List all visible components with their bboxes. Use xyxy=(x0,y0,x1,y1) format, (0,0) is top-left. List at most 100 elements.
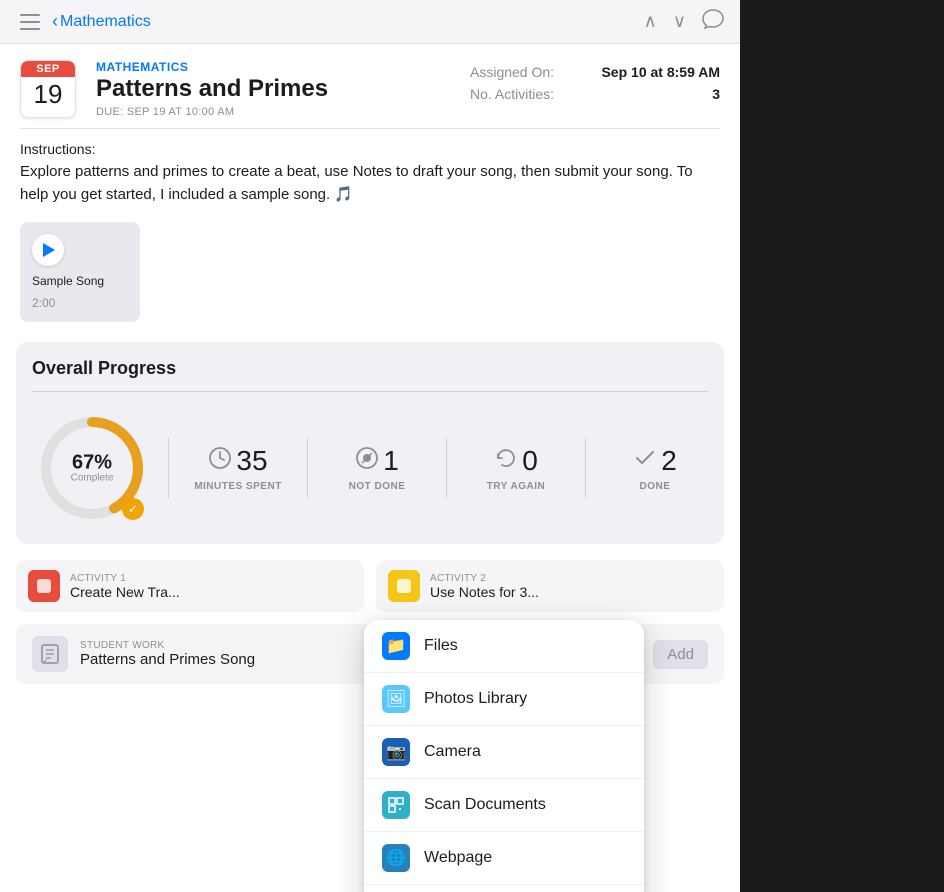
progress-stats: 67% Complete ✓ 35 xyxy=(32,408,708,528)
add-button[interactable]: Add xyxy=(653,640,708,669)
activity-icon-1 xyxy=(28,570,60,602)
minutes-stat-top: 35 xyxy=(208,445,267,477)
activity-2-label: ACTIVITY 2 xyxy=(430,573,539,584)
student-work-icon xyxy=(32,636,68,672)
camera-icon: 📷 xyxy=(382,738,410,766)
activity-card-2[interactable]: ACTIVITY 2 Use Notes for 3... xyxy=(376,560,724,612)
menu-item-scan[interactable]: Scan Documents xyxy=(364,779,644,832)
minutes-label: MINUTES SPENT xyxy=(194,481,282,492)
done-stat-top: 2 xyxy=(633,445,677,477)
song-thumbnail[interactable]: Sample Song 2:00 xyxy=(20,222,140,322)
progress-divider xyxy=(32,391,708,392)
play-button[interactable] xyxy=(32,234,64,266)
assignment-due: DUE: SEP 19 AT 10:00 AM xyxy=(96,106,450,118)
stat-divider-4 xyxy=(585,438,586,498)
menu-item-photos[interactable]: 🖼 Photos Library xyxy=(364,673,644,726)
not-done-stat-top: 1 xyxy=(355,445,399,477)
activity-2-info: ACTIVITY 2 Use Notes for 3... xyxy=(430,573,539,600)
menu-item-bookmarks[interactable]: 📖 Bookmarks xyxy=(364,885,644,892)
assignment-subject: MATHEMATICS xyxy=(96,60,450,74)
activity-icon-2 xyxy=(388,570,420,602)
calendar-badge: SEP 19 xyxy=(20,60,76,118)
student-work-info: STUDENT WORK Patterns and Primes Song xyxy=(80,640,255,668)
done-value: 2 xyxy=(661,445,677,477)
not-done-label: NOT DONE xyxy=(349,481,406,492)
song-name: Sample Song xyxy=(32,274,104,288)
down-arrow-button[interactable]: ∨ xyxy=(673,11,686,32)
files-label: Files xyxy=(424,637,458,655)
back-label: Mathematics xyxy=(60,13,151,31)
activities-row: ACTIVITY 1 Create New Tra... ACTIVITY 2 … xyxy=(16,560,724,612)
assigned-on-value: Sep 10 at 8:59 AM xyxy=(601,64,720,80)
comment-button[interactable] xyxy=(702,9,724,34)
not-done-icon xyxy=(355,446,379,476)
assignment-title: Patterns and Primes xyxy=(96,76,450,102)
stat-divider-2 xyxy=(307,438,308,498)
dark-panel xyxy=(740,0,944,892)
student-work-label: STUDENT WORK xyxy=(80,640,255,651)
donut-chart: 67% Complete ✓ xyxy=(32,408,152,528)
files-icon: 📁 xyxy=(382,632,410,660)
back-button[interactable]: ‹ Mathematics xyxy=(52,11,151,32)
menu-item-camera[interactable]: 📷 Camera xyxy=(364,726,644,779)
clock-icon xyxy=(208,446,232,476)
try-again-stat-top: 0 xyxy=(494,445,538,477)
calendar-day: 19 xyxy=(21,77,75,114)
donut-complete-label: Complete xyxy=(71,473,114,484)
stat-divider-1 xyxy=(168,438,169,498)
back-chevron-icon: ‹ xyxy=(52,11,58,32)
sidebar-toggle-button[interactable] xyxy=(16,8,44,36)
stat-divider-3 xyxy=(446,438,447,498)
no-activities-label: No. Activities: xyxy=(470,86,554,102)
scan-icon xyxy=(382,791,410,819)
song-duration: 2:00 xyxy=(32,296,55,310)
activity-card-1[interactable]: ACTIVITY 1 Create New Tra... xyxy=(16,560,364,612)
not-done-stat: 1 NOT DONE xyxy=(324,445,430,492)
nav-right: ∧ ∨ xyxy=(644,9,724,34)
webpage-icon: 🌐 xyxy=(382,844,410,872)
menu-item-webpage[interactable]: 🌐 Webpage xyxy=(364,832,644,885)
activity-1-name: Create New Tra... xyxy=(70,584,180,600)
donut-percent: 67% xyxy=(71,453,114,473)
assignment-meta: Assigned On: Sep 10 at 8:59 AM No. Activ… xyxy=(470,60,720,118)
calendar-month: SEP xyxy=(21,61,75,77)
main-panel: ‹ Mathematics ∧ ∨ SEP 19 MATHEMATICS Pat… xyxy=(0,0,740,892)
sample-song-container: Sample Song 2:00 xyxy=(0,206,740,338)
activities-section: ACTIVITY 1 Create New Tra... ACTIVITY 2 … xyxy=(0,560,740,612)
play-icon xyxy=(43,243,55,257)
not-done-value: 1 xyxy=(383,445,399,477)
done-stat: 2 DONE xyxy=(602,445,708,492)
assigned-on-label: Assigned On: xyxy=(470,64,554,80)
assignment-header: SEP 19 MATHEMATICS Patterns and Primes D… xyxy=(0,44,740,118)
instructions-text: Explore patterns and primes to create a … xyxy=(20,161,720,206)
try-again-value: 0 xyxy=(522,445,538,477)
camera-label: Camera xyxy=(424,743,481,761)
photos-icon: 🖼 xyxy=(382,685,410,713)
try-again-label: TRY AGAIN xyxy=(487,481,546,492)
minutes-value: 35 xyxy=(236,445,267,477)
try-again-stat: 0 TRY AGAIN xyxy=(463,445,569,492)
activity-1-info: ACTIVITY 1 Create New Tra... xyxy=(70,573,180,600)
menu-item-files[interactable]: 📁 Files xyxy=(364,620,644,673)
up-arrow-button[interactable]: ∧ xyxy=(644,11,657,32)
instructions-label: Instructions: xyxy=(20,141,720,157)
student-work-name: Patterns and Primes Song xyxy=(80,651,255,668)
photos-label: Photos Library xyxy=(424,690,527,708)
done-icon xyxy=(633,446,657,476)
no-activities-row: No. Activities: 3 xyxy=(470,86,720,102)
context-menu: 📁 Files 🖼 Photos Library 📷 Camera Scan D… xyxy=(364,620,644,892)
assignment-info: MATHEMATICS Patterns and Primes DUE: SEP… xyxy=(96,60,450,118)
try-again-icon xyxy=(494,446,518,476)
scan-label: Scan Documents xyxy=(424,796,546,814)
no-activities-value: 3 xyxy=(712,86,720,102)
top-nav: ‹ Mathematics ∧ ∨ xyxy=(0,0,740,44)
progress-section: Overall Progress 67% Complete ✓ xyxy=(16,342,724,544)
instructions-section: Instructions: Explore patterns and prime… xyxy=(0,129,740,206)
minutes-stat: 35 MINUTES SPENT xyxy=(185,445,291,492)
progress-title: Overall Progress xyxy=(32,358,708,379)
assigned-on-row: Assigned On: Sep 10 at 8:59 AM xyxy=(470,64,720,80)
donut-center: 67% Complete xyxy=(71,453,114,484)
activity-1-label: ACTIVITY 1 xyxy=(70,573,180,584)
webpage-label: Webpage xyxy=(424,849,492,867)
activity-2-name: Use Notes for 3... xyxy=(430,584,539,600)
